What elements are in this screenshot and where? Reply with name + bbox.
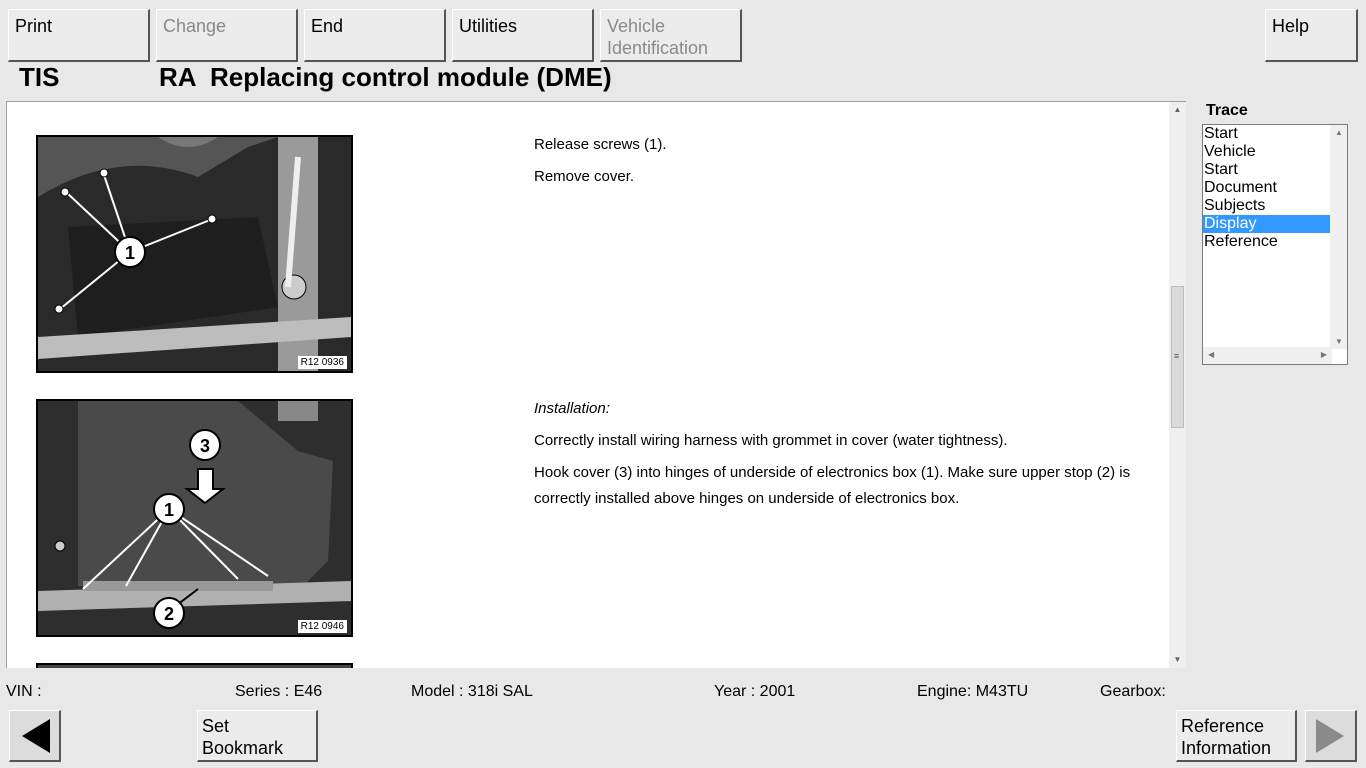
scroll-down-icon[interactable]: ▼ <box>1335 337 1343 346</box>
vehicle-identification-button[interactable]: Vehicle Identification <box>600 9 742 62</box>
document-content[interactable]: 1 R12 0936 Release screws (1). Remove co… <box>6 101 1186 668</box>
set-bookmark-button[interactable]: Set Bookmark <box>197 710 318 762</box>
scroll-up-icon[interactable]: ▲ <box>1169 102 1186 118</box>
model-field: Model : 318i SAL <box>411 683 533 700</box>
trace-item-start-2[interactable]: Start <box>1203 161 1330 179</box>
trace-scrollbar[interactable]: ▲ ▼ <box>1330 125 1347 349</box>
trace-item-reference[interactable]: Reference <box>1203 233 1330 251</box>
trace-item-subjects[interactable]: Subjects <box>1203 197 1330 215</box>
step-text-line: Hook cover (3) into hinges of underside … <box>534 464 1131 507</box>
change-button[interactable]: Change <box>156 9 298 62</box>
scroll-up-icon[interactable]: ▲ <box>1335 128 1343 137</box>
scroll-right-icon[interactable]: ▶ <box>1321 350 1327 359</box>
installation-heading: Installation: <box>534 400 610 417</box>
triangle-left-icon <box>22 719 50 753</box>
step-2-text: Installation: Correctly install wiring h… <box>534 396 1164 512</box>
series-field: Series : E46 <box>235 683 323 700</box>
repair-image-1: 1 R12 0936 <box>36 135 353 373</box>
step-1-text: Release screws (1). Remove cover. <box>534 132 1164 190</box>
page-title: RA Replacing control module (DME) <box>159 62 612 92</box>
scroll-thumb[interactable]: ≡ <box>1171 286 1184 428</box>
svg-text:1: 1 <box>164 500 174 520</box>
trace-label: Trace <box>1206 102 1248 119</box>
step-text-line: Release screws (1). <box>534 136 667 153</box>
repair-image-3 <box>36 663 353 668</box>
grip-icon: ≡ <box>1174 351 1180 361</box>
step-text-line: Correctly install wiring harness with gr… <box>534 432 1008 449</box>
app-label: TIS <box>19 62 60 92</box>
trace-item-display[interactable]: Display <box>1203 215 1330 233</box>
step-text-line: Remove cover. <box>534 168 635 185</box>
svg-text:3: 3 <box>200 436 210 456</box>
trace-list[interactable]: Start Vehicle Start Document Subjects Di… <box>1202 124 1348 365</box>
vin-field: VIN : <box>6 683 42 700</box>
year-field: Year : 2001 <box>714 683 796 700</box>
engine-bay-illustration-2: 3 1 2 <box>38 401 351 635</box>
scroll-left-icon[interactable]: ◀ <box>1208 350 1214 359</box>
svg-text:2: 2 <box>164 604 174 624</box>
print-button[interactable]: Print <box>8 9 150 62</box>
gearbox-field: Gearbox: <box>1100 683 1166 700</box>
engine-bay-illustration-1: 1 <box>38 137 351 371</box>
utilities-button[interactable]: Utilities <box>452 9 594 62</box>
image-label: R12 0946 <box>297 620 347 633</box>
trace-item-start[interactable]: Start <box>1203 125 1330 143</box>
repair-image-2: 3 1 2 R12 0946 <box>36 399 353 637</box>
back-button[interactable] <box>9 710 61 762</box>
scroll-down-icon[interactable]: ▼ <box>1169 652 1186 668</box>
triangle-right-icon <box>1316 719 1344 753</box>
content-scrollbar[interactable]: ▲ ≡ ▼ <box>1169 102 1186 668</box>
reference-information-button[interactable]: Reference Information <box>1176 710 1297 762</box>
trace-item-document[interactable]: Document <box>1203 179 1330 197</box>
svg-text:1: 1 <box>125 243 135 263</box>
vehicle-status-bar: VIN : Series : E46 Model : 318i SAL Year… <box>0 680 1366 704</box>
forward-button[interactable] <box>1305 710 1357 762</box>
image-label: R12 0936 <box>297 356 347 369</box>
trace-hscrollbar[interactable]: ◀ ▶ <box>1203 347 1332 364</box>
trace-item-vehicle[interactable]: Vehicle <box>1203 143 1330 161</box>
end-button[interactable]: End <box>304 9 446 62</box>
engine-field: Engine: M43TU <box>917 683 1029 700</box>
help-button[interactable]: Help <box>1265 9 1358 62</box>
